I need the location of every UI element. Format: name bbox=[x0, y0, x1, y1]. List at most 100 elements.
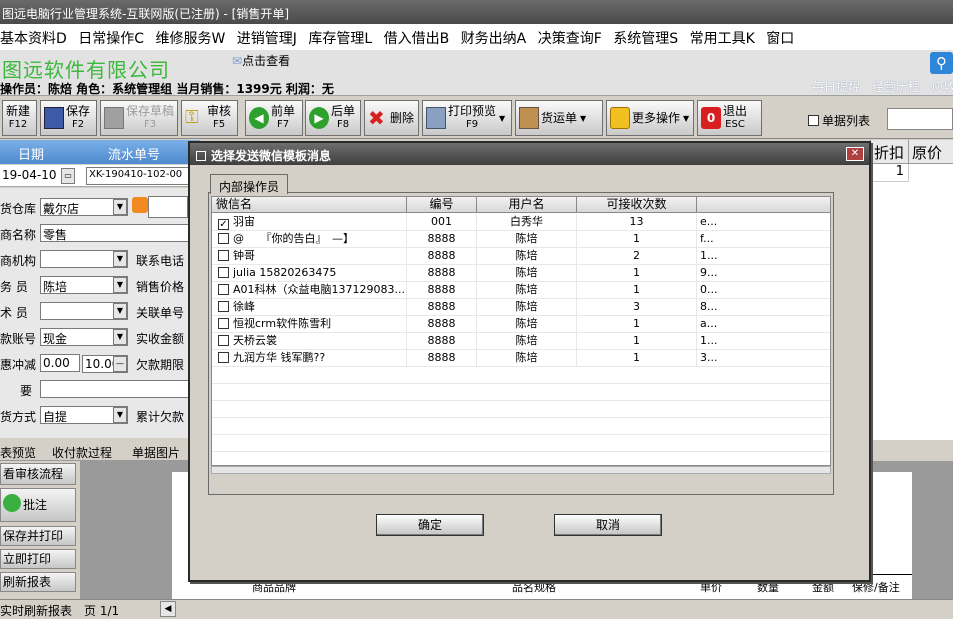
menu-borrow[interactable]: 借入借出B bbox=[384, 31, 450, 47]
prev-button[interactable]: ◀ 前单 F7 bbox=[245, 100, 303, 136]
tab-internal-operators[interactable]: 内部操作员 bbox=[210, 174, 288, 194]
new-button[interactable]: 新建 F12 bbox=[2, 100, 37, 136]
row-checkbox[interactable] bbox=[218, 335, 229, 346]
summary-field[interactable] bbox=[40, 380, 200, 398]
wechat-name-text: 钟哥 bbox=[233, 249, 255, 262]
wechat-name-text: A01科林（众益电脑137129083... bbox=[233, 283, 405, 296]
chevron-down-icon[interactable]: ▼ bbox=[113, 277, 127, 293]
table-row[interactable]: 九润方华 钱军鹏?? 8888 陈培 1 3... bbox=[212, 350, 830, 367]
menu-window[interactable]: 窗口 bbox=[766, 31, 794, 47]
table-row[interactable]: 天桥云裳 8888 陈培 1 1... bbox=[212, 333, 830, 350]
bill-list-search-input[interactable] bbox=[887, 108, 953, 130]
tab-payment-process[interactable]: 收付款过程 bbox=[52, 444, 112, 461]
row-checkbox[interactable] bbox=[218, 318, 229, 329]
menu-basic[interactable]: 基本资料D bbox=[0, 31, 67, 47]
table-row[interactable]: ✓ 羽宙 001 白秀华 13 e... bbox=[212, 214, 830, 231]
date-column-header[interactable]: 日期 bbox=[18, 144, 44, 163]
table-row[interactable]: 徐峰 8888 陈培 3 8... bbox=[212, 299, 830, 316]
row-checkbox[interactable] bbox=[218, 301, 229, 312]
code-cell: 8888 bbox=[407, 265, 477, 282]
close-icon[interactable]: ✕ bbox=[846, 147, 864, 161]
tab-report-preview[interactable]: 表预览 bbox=[0, 444, 36, 461]
print-now-button[interactable]: 立即打印 bbox=[0, 549, 76, 569]
realtime-refresh-button[interactable]: 实时刷新报表 bbox=[0, 602, 72, 619]
col-code[interactable]: 编号 bbox=[407, 197, 477, 213]
customer-icon[interactable] bbox=[132, 197, 148, 213]
wechat-name-text: 徐峰 bbox=[233, 300, 255, 313]
menu-finance[interactable]: 财务出纳A bbox=[461, 31, 527, 47]
view-approval-flow-button[interactable]: 看审核流程 bbox=[0, 463, 76, 485]
chevron-down-icon[interactable]: ▼ bbox=[113, 329, 127, 345]
discount-field[interactable]: 0.00 bbox=[40, 354, 80, 372]
discount-column-header[interactable]: 折扣 bbox=[871, 140, 909, 164]
banner: 图远软件有限公司 ✉点击查看 操作员：陈焙 角色：系统管理组 当月销售：1399… bbox=[0, 50, 953, 96]
technician-label: 术 员 bbox=[0, 306, 28, 320]
wechat-name-text: @ 『你的告白』 —】 bbox=[233, 232, 354, 245]
save-button[interactable]: 保存 F2 bbox=[40, 100, 97, 136]
print-preview-button[interactable]: 打印预览 F9 ▼ bbox=[422, 100, 512, 136]
code-cell: 8888 bbox=[407, 350, 477, 367]
exit-button[interactable]: 0 退出 ESC bbox=[697, 100, 762, 136]
col-receive-count[interactable]: 可接收次数 bbox=[577, 197, 697, 213]
menu-system[interactable]: 系统管理S bbox=[613, 31, 678, 47]
more-actions-button[interactable]: 更多操作 ▼ bbox=[606, 100, 694, 136]
delete-button[interactable]: ✖ 删除 bbox=[364, 100, 419, 136]
row-checkbox[interactable] bbox=[218, 250, 229, 261]
chevron-down-icon[interactable]: ▼ bbox=[113, 199, 127, 215]
customer-field[interactable]: 零售 bbox=[40, 224, 190, 242]
menu-tools[interactable]: 常用工具K bbox=[690, 31, 755, 47]
search-icon[interactable]: ⚲ bbox=[930, 52, 953, 74]
chevron-down-icon[interactable]: ▼ bbox=[113, 251, 127, 267]
row-checkbox[interactable] bbox=[218, 352, 229, 363]
account-label: 款账号 bbox=[0, 332, 37, 346]
row-checkbox[interactable] bbox=[218, 284, 229, 295]
daily-reminder-link[interactable]: 每日提醒 bbox=[812, 80, 860, 94]
tab-bill-images[interactable]: 单据图片 bbox=[132, 444, 180, 461]
table-row[interactable]: julia 15820263475 8888 陈培 1 9... bbox=[212, 265, 830, 282]
chevron-down-icon: ▼ bbox=[683, 113, 690, 123]
scroll-left-icon[interactable]: ◀ bbox=[160, 601, 176, 617]
approve-button[interactable]: ⚿ 审核 F5 bbox=[181, 100, 238, 136]
row-checkbox[interactable] bbox=[218, 233, 229, 244]
col-extra[interactable] bbox=[697, 197, 830, 213]
table-row[interactable]: A01科林（众益电脑137129083... 8888 陈培 1 0... bbox=[212, 282, 830, 299]
table-row[interactable]: 恒视crm软件陈雪利 8888 陈培 1 a... bbox=[212, 316, 830, 333]
col-username[interactable]: 用户名 bbox=[477, 197, 577, 213]
floppy-icon bbox=[104, 107, 124, 129]
menu-repair[interactable]: 维修服务W bbox=[155, 31, 225, 47]
username-cell: 陈培 bbox=[477, 231, 577, 248]
next-button[interactable]: ▶ 后单 F8 bbox=[305, 100, 361, 136]
chevron-down-icon[interactable]: ▼ bbox=[113, 407, 127, 423]
history-link[interactable]: 经营历程 bbox=[872, 80, 920, 94]
menu-purchase-sales[interactable]: 进销管理J bbox=[237, 31, 297, 47]
calendar-icon[interactable]: ▭ bbox=[61, 168, 75, 184]
original-price-column-header[interactable]: 原价 bbox=[909, 140, 953, 164]
row-checkbox[interactable]: ✓ bbox=[218, 219, 229, 230]
save-print-button[interactable]: 保存并打印 bbox=[0, 526, 76, 546]
receivable-link[interactable]: 应收 bbox=[932, 80, 953, 94]
save-draft-button[interactable]: 保存草稿 F3 bbox=[100, 100, 178, 136]
window-menu-icon[interactable] bbox=[196, 151, 206, 161]
serial-column-header[interactable]: 流水单号 bbox=[108, 144, 160, 163]
receive-count-cell: 1 bbox=[577, 350, 697, 367]
menu-decision[interactable]: 决策查询F bbox=[538, 31, 602, 47]
bill-list-toggle[interactable]: 单据列表 bbox=[808, 112, 870, 129]
cancel-button[interactable]: 取消 bbox=[554, 514, 662, 536]
menu-daily[interactable]: 日常操作C bbox=[78, 31, 144, 47]
customer-search-field[interactable] bbox=[148, 196, 188, 218]
discount-cell[interactable]: 1 bbox=[871, 164, 909, 182]
horizontal-scrollbar[interactable] bbox=[211, 466, 831, 474]
col-wechat-name[interactable]: 微信名 bbox=[212, 197, 407, 213]
menu-inventory[interactable]: 库存管理L bbox=[308, 31, 372, 47]
dialog-title-bar: 选择发送微信模板消息 bbox=[190, 143, 869, 165]
freight-button[interactable]: 货运单 ▼ bbox=[515, 100, 603, 136]
ok-button[interactable]: 确定 bbox=[376, 514, 484, 536]
chevron-down-icon[interactable]: ▼ bbox=[113, 303, 127, 319]
stepper-icon[interactable]: — bbox=[113, 356, 127, 372]
refresh-report-button[interactable]: 刷新报表 bbox=[0, 572, 76, 592]
table-row[interactable]: @ 『你的告白』 —】 8888 陈培 1 f... bbox=[212, 231, 830, 248]
serial-field[interactable]: XK-190410-102-00 bbox=[86, 167, 196, 185]
row-checkbox[interactable] bbox=[218, 267, 229, 278]
click-view-link[interactable]: ✉点击查看 bbox=[232, 52, 290, 69]
table-row[interactable]: 钟哥 8888 陈培 2 1... bbox=[212, 248, 830, 265]
